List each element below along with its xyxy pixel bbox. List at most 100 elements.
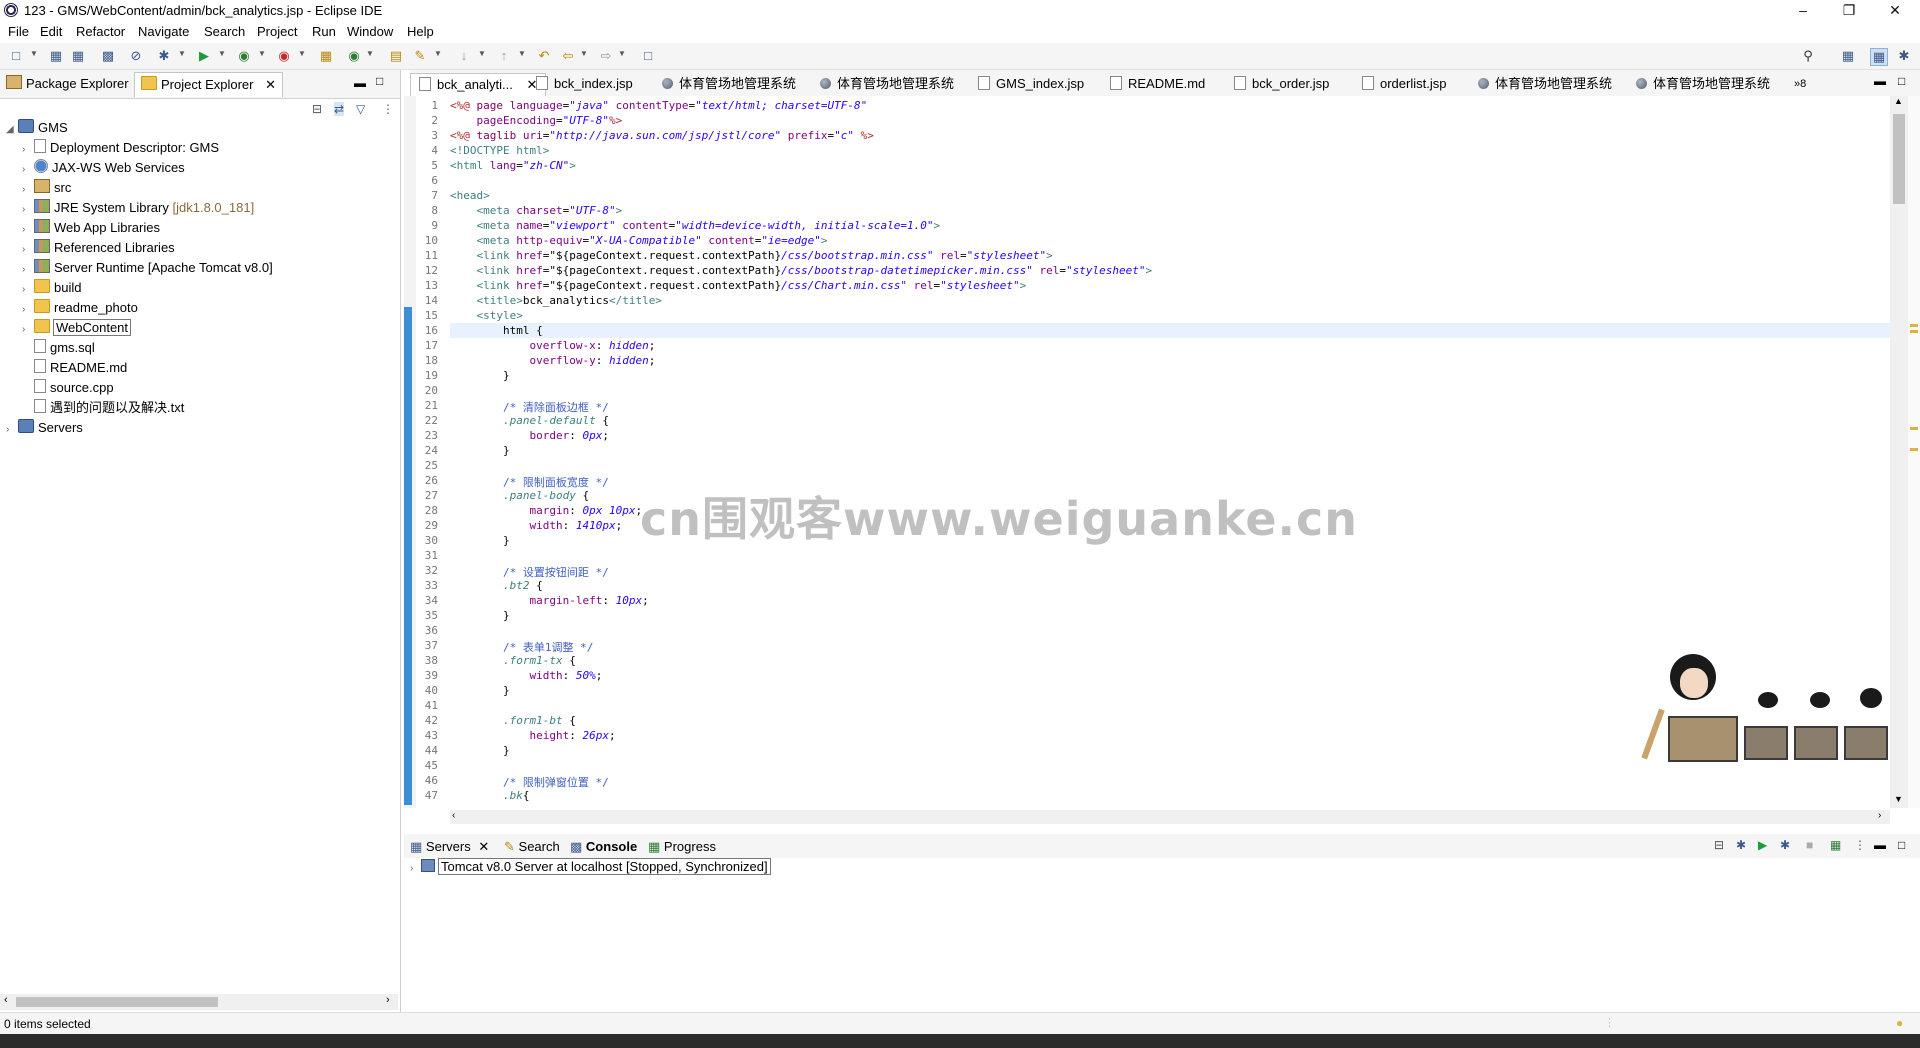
close-button[interactable]: ✕ (1872, 0, 1918, 22)
code-line[interactable]: /* 限制弹窗位置 */ (450, 774, 609, 790)
tree-item-gms-sql[interactable]: gms.sql (22, 338, 95, 358)
debug-dropdown-icon[interactable]: ▼ (178, 49, 186, 58)
prev-annotation-icon[interactable]: ↑ (496, 48, 512, 64)
code-line[interactable]: <link href="${pageContext.request.contex… (450, 249, 1053, 262)
code-line[interactable]: <head> (450, 189, 490, 202)
collapsed-icon[interactable]: › (22, 280, 34, 300)
code-line[interactable]: <meta name="viewport" content="width=dev… (450, 219, 941, 232)
code-line[interactable]: } (450, 744, 510, 757)
code-line[interactable]: .form1-tx { (450, 654, 576, 667)
server-row[interactable]: › Tomcat v8.0 Server at localhost [Stopp… (410, 858, 771, 876)
tree-item-deployment-descriptor[interactable]: › Deployment Descriptor: GMS (22, 138, 219, 158)
open-perspective-icon[interactable]: ▦ (1840, 48, 1856, 64)
code-line[interactable]: overflow-y: hidden; (450, 354, 655, 367)
editor-tab-browser-2[interactable]: 体育管场地管理系统 (820, 73, 954, 95)
menu-project[interactable]: Project (257, 24, 297, 39)
save-all-icon[interactable]: ▦ (70, 48, 86, 64)
code-line[interactable]: } (450, 444, 510, 457)
collapsed-icon[interactable]: › (410, 863, 413, 874)
editor-horizontal-scrollbar[interactable]: ‹ › (450, 810, 1890, 824)
new-server-icon[interactable]: ▦ (318, 48, 334, 64)
collapse-icon[interactable]: ⊟ (1714, 838, 1724, 852)
code-line[interactable]: width: 1410px; (450, 519, 622, 532)
tree-item-gms[interactable]: ◢ GMS (6, 118, 68, 138)
maximize-editor-icon[interactable]: □ (1898, 74, 1905, 88)
tree-item-web-app-libraries[interactable]: › Web App Libraries (22, 218, 160, 238)
close-icon[interactable]: ✕ (265, 77, 276, 92)
code-line[interactable]: .bk{ (450, 789, 530, 802)
horizontal-scrollbar[interactable]: ‹ › (0, 994, 398, 1010)
code-line[interactable]: <!DOCTYPE html> (450, 144, 549, 157)
collapsed-icon[interactable]: › (22, 200, 34, 220)
code-line[interactable]: <%@ taglib uri="http://java.sun.com/jsp/… (450, 129, 874, 142)
next-annotation-icon[interactable]: ↓ (456, 48, 472, 64)
code-line[interactable]: } (450, 369, 510, 382)
last-edit-icon[interactable]: ↶ (536, 48, 552, 64)
tree-item-src[interactable]: › src (22, 178, 71, 198)
tab-search[interactable]: ✎ Search (504, 837, 560, 857)
external-tools-dropdown-icon[interactable]: ▼ (298, 49, 306, 58)
tab-console[interactable]: ▩ Console (570, 837, 637, 857)
menu-edit[interactable]: Edit (40, 24, 62, 39)
save-icon[interactable]: ▦ (48, 48, 64, 64)
code-line[interactable]: /* 限制面板宽度 */ (450, 474, 609, 490)
open-type-icon[interactable]: ▤ (388, 48, 404, 64)
link-with-editor-icon[interactable]: ⇄ (334, 102, 345, 116)
code-line[interactable]: <style> (450, 309, 523, 322)
tab-progress[interactable]: ▦ Progress (648, 837, 716, 857)
tip-icon[interactable]: ● (1896, 1016, 1903, 1030)
code-line[interactable]: html { (450, 324, 543, 337)
new-class-dropdown-icon[interactable]: ▼ (366, 49, 374, 58)
code-line[interactable]: .panel-body { (450, 489, 589, 502)
editor-tab-browser-1[interactable]: 体育管场地管理系统 (662, 73, 796, 95)
editor-tab-orderlist[interactable]: orderlist.jsp (1362, 73, 1446, 95)
code-line[interactable]: <title>bck_analytics</title> (450, 294, 662, 307)
code-line[interactable]: overflow-x: hidden; (450, 339, 655, 352)
menu-refactor[interactable]: Refactor (76, 24, 125, 39)
skip-breakpoints-icon[interactable]: ⊘ (128, 48, 144, 64)
collapsed-icon[interactable]: › (22, 300, 34, 320)
code-line[interactable]: .bt2 { (450, 579, 543, 592)
collapsed-icon[interactable]: › (22, 180, 34, 200)
menu-search[interactable]: Search (204, 24, 245, 39)
menu-window[interactable]: Window (347, 24, 393, 39)
code-line[interactable]: } (450, 534, 510, 547)
tree-item-source-cpp[interactable]: source.cpp (22, 378, 114, 398)
scroll-thumb[interactable] (1893, 114, 1905, 204)
tree-item-jax-ws[interactable]: › JAX-WS Web Services (22, 158, 185, 178)
editor-tab-browser-4[interactable]: 体育管场地管理系统 (1636, 73, 1770, 95)
prev-annotation-dropdown-icon[interactable]: ▼ (518, 49, 526, 58)
filter-icon[interactable]: ▽ (356, 102, 365, 116)
tree-item-build[interactable]: › build (22, 278, 81, 298)
java-ee-perspective-icon[interactable]: ▦ (1870, 48, 1888, 66)
code-line[interactable]: height: 26px; (450, 729, 615, 742)
menu-help[interactable]: Help (407, 24, 434, 39)
run-icon[interactable]: ▶ (196, 48, 212, 64)
editor-vertical-scrollbar[interactable]: ▲ ▼ (1890, 96, 1908, 808)
pin-editor-icon[interactable]: □ (640, 48, 656, 64)
editor-tabs-overflow[interactable]: »8 (1794, 73, 1806, 95)
menu-navigate[interactable]: Navigate (138, 24, 189, 39)
minimize-button[interactable]: – (1780, 0, 1826, 22)
collapsed-icon[interactable]: › (22, 160, 34, 180)
new-dropdown-icon[interactable]: ▼ (30, 49, 38, 58)
code-line[interactable]: <link href="${pageContext.request.contex… (450, 279, 1027, 292)
tree-item-webcontent[interactable]: › WebContent (22, 318, 132, 338)
minimize-panel-icon[interactable]: ▬ (1874, 838, 1886, 852)
code-line[interactable]: } (450, 609, 510, 622)
external-tools-icon[interactable]: ◉ (276, 48, 292, 64)
tree-item-referenced-libraries[interactable]: › Referenced Libraries (22, 238, 175, 258)
code-line[interactable]: .panel-default { (450, 414, 609, 427)
new-icon[interactable]: □ (8, 48, 24, 64)
menu-file[interactable]: File (8, 24, 29, 39)
debug-server-icon[interactable]: ✱ (1736, 838, 1746, 852)
minimize-editor-icon[interactable]: ▬ (1874, 74, 1886, 88)
editor-tab-bck-order[interactable]: bck_order.jsp (1234, 73, 1329, 95)
code-line[interactable]: <meta charset="UTF-8"> (450, 204, 623, 217)
tree-item-jre[interactable]: › JRE System Library [jdk1.8.0_181] (22, 198, 254, 218)
publish-icon[interactable]: ▦ (1830, 838, 1841, 852)
editor-tab-bck-index[interactable]: bck_index.jsp (536, 73, 633, 95)
tree-item-readme-photo[interactable]: › readme_photo (22, 298, 138, 318)
code-line[interactable]: .form1-bt { (450, 714, 576, 727)
open-task-dropdown-icon[interactable]: ▼ (434, 49, 442, 58)
